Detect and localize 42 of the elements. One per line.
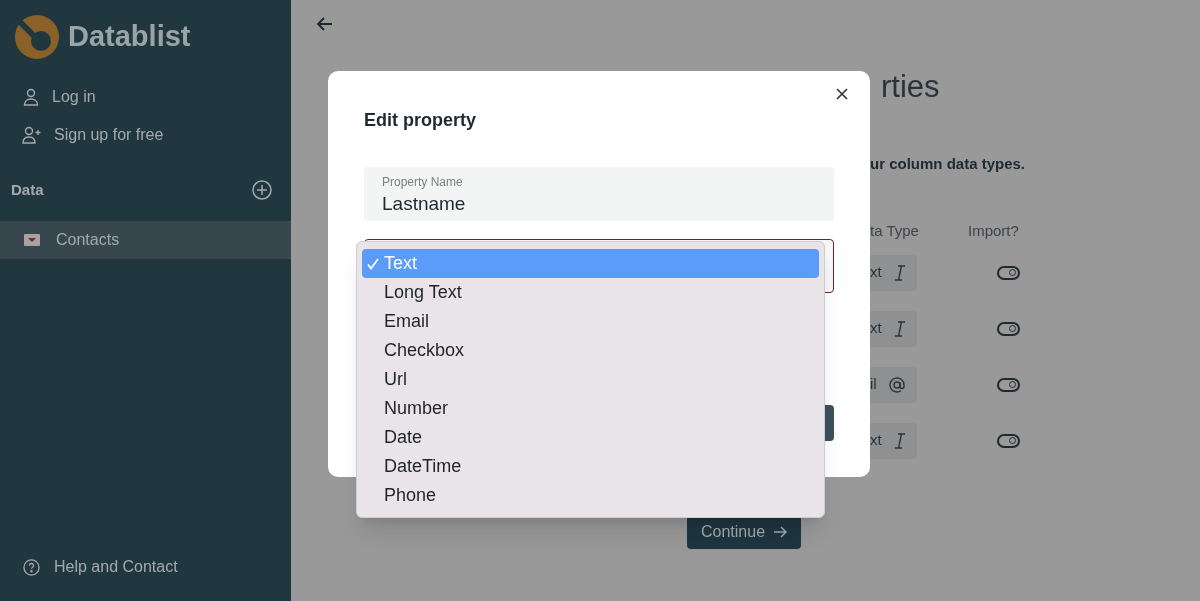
data-type-chip[interactable]: xt [870,422,917,459]
collection-item[interactable]: Contacts [0,220,291,259]
envelope-icon [24,233,40,246]
import-toggle[interactable] [997,265,1020,280]
add-icon[interactable] [252,180,272,201]
import-toggle[interactable] [997,433,1020,448]
dropdown-option[interactable]: Email [362,307,819,336]
property-name-field[interactable]: Property Name Lastname [364,167,834,221]
logo-icon [14,14,60,60]
data-type-chip[interactable]: il [870,366,917,403]
dropdown-option[interactable]: Number [362,394,819,423]
at-sign-icon [888,376,905,393]
dropdown-option[interactable]: DateTime [362,452,819,481]
import-toggle[interactable] [997,377,1020,392]
help-icon[interactable] [23,558,40,576]
user-icon [22,87,40,106]
dropdown-option[interactable]: Long Text [362,278,819,307]
nav-link[interactable]: Sign up for free [0,120,291,149]
italic-icon [893,264,906,281]
close-icon[interactable] [836,88,848,100]
dropdown-option[interactable]: Phone [362,481,819,510]
column-header: ta Type [870,221,920,241]
italic-icon [893,320,906,337]
add-user-icon [22,125,42,144]
section-heading: Data [11,180,44,200]
arrow-right-icon [773,525,788,539]
dropdown-option[interactable]: Checkbox [362,336,819,365]
data-type-chip[interactable]: xt [870,310,917,347]
dropdown-option[interactable]: Text [362,249,819,278]
dialog-title: Edit property [364,109,477,132]
help-link[interactable]: Help and Contact [54,555,178,579]
nav-link[interactable]: Log in [0,82,291,111]
page-subtitle: ur column data types. [870,153,1027,174]
dropdown-option[interactable]: Date [362,423,819,452]
dropdown-option[interactable]: Url [362,365,819,394]
page-title: rties [881,68,941,106]
data-type-chip[interactable]: xt [870,254,917,291]
import-toggle[interactable] [997,321,1020,336]
italic-icon [893,432,906,449]
checkmark-icon [367,257,379,270]
app-logo-text: Datablist [68,19,191,55]
column-header: Import? [968,221,1019,241]
